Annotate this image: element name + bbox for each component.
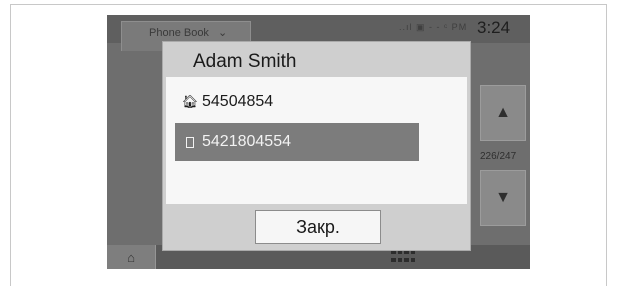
scroll-up-button[interactable]: ▲ bbox=[480, 85, 526, 141]
frame-top-border bbox=[10, 4, 607, 5]
contact-dialog: Adam Smith 🏠︎ 54504854 5421804554 Закр. bbox=[162, 41, 471, 251]
phone-number-mobile[interactable]: 5421804554 bbox=[175, 123, 419, 161]
arrow-down-icon: ▼ bbox=[495, 189, 511, 206]
phone-number-value: 5421804554 bbox=[202, 133, 291, 150]
status-icons: ..ıl ▣ - - ᶜ PM bbox=[399, 22, 468, 32]
phone-book-tab-label: Phone Book bbox=[149, 27, 209, 39]
close-button[interactable]: Закр. bbox=[255, 210, 381, 244]
contact-counter: 226/247 bbox=[480, 151, 517, 162]
home-button[interactable]: ⌂ bbox=[107, 245, 156, 269]
phone-number-list: 🏠︎ 54504854 5421804554 bbox=[166, 77, 467, 204]
chevron-down-icon: ⌄ bbox=[218, 27, 228, 39]
frame-left-border bbox=[10, 4, 11, 286]
frame-right-border bbox=[606, 4, 607, 286]
phone-number-value: 54504854 bbox=[202, 93, 274, 110]
home-icon: ⌂ bbox=[127, 249, 135, 265]
scroll-down-button[interactable]: ▼ bbox=[480, 170, 526, 226]
home-icon: 🏠︎ bbox=[181, 94, 199, 109]
clock: 3:24 bbox=[477, 18, 511, 37]
phone-number-home[interactable]: 🏠︎ 54504854 bbox=[175, 83, 419, 121]
mobile-phone-icon bbox=[183, 136, 197, 148]
arrow-up-icon: ▲ bbox=[495, 104, 511, 121]
keypad-icon[interactable] bbox=[391, 250, 415, 264]
close-button-label: Закр. bbox=[296, 216, 340, 237]
contact-name: Adam Smith bbox=[193, 51, 297, 72]
